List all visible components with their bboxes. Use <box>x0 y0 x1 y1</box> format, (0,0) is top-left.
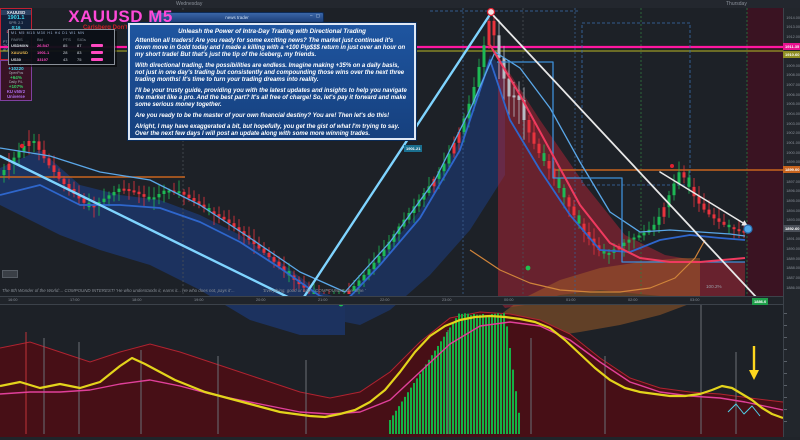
pair-label: USDMXN <box>11 43 29 48</box>
price-tick-label: 1900.00 <box>786 150 800 155</box>
promo-paragraph: I'll be your trusty guide, providing you… <box>135 87 407 108</box>
indicator-axis[interactable] <box>783 303 800 440</box>
price-tick-label: 1889.00 <box>786 256 800 261</box>
price-tick-label: 1890.00 <box>786 247 800 252</box>
bid-value: 33197 <box>37 57 49 62</box>
gauge-percent-label: 100.2% <box>706 284 722 289</box>
time-tick-label: 19:00 <box>194 298 204 302</box>
watch-row-us30[interactable]: US30 33197 43 75 <box>11 56 112 63</box>
col-sigs: SIGs <box>77 36 86 42</box>
price-level-chip: 1886.0 <box>752 298 769 305</box>
price-level-chip: 1901.21 <box>404 145 423 152</box>
price-tick-label: 1906.00 <box>786 92 800 97</box>
price-tick-label: 1904.00 <box>786 112 800 116</box>
price-tick-label: 1914.00 <box>786 15 800 20</box>
promo-paragraph: With directional trading, the possibilit… <box>135 63 405 83</box>
day-label-thursday: Thursday <box>726 1 747 7</box>
price-tick-label: 1887.00 <box>786 276 800 281</box>
col-pairs: PAIRS <box>11 36 23 42</box>
price-tick-label: 1912.00 <box>786 34 800 39</box>
watch-row-usdmxn[interactable]: USDMXN 26.547 85 87 <box>11 42 112 49</box>
price-tick-label: 1908.00 <box>786 73 800 78</box>
promo-paragraph: Alright, I may have exaggerated a bit, b… <box>135 123 400 137</box>
time-tick-label: 21:00 <box>318 298 328 302</box>
newsbar-window-buttons-icon[interactable]: – ▢ <box>310 13 321 19</box>
time-tick-label: 23:00 <box>442 298 452 302</box>
sig-value: 75 <box>77 57 82 62</box>
time-tick-label: 00:00 <box>504 298 514 302</box>
price-tick-label: 1888.00 <box>786 266 800 271</box>
quote-right: 'Everything, good or bad... COMPOUNDS ov… <box>262 288 366 293</box>
price-tick-label: 1886.00 <box>786 285 800 290</box>
quote-status-line: The 8th Wonder of the World:... COMPOUND… <box>2 288 742 293</box>
price-level-chip: 1911.35 <box>783 43 800 50</box>
price-tick-label: 1895.00 <box>786 198 800 203</box>
price-tick-label: 1899.00 <box>786 160 800 165</box>
pts-value: 85 <box>63 43 68 48</box>
time-tick-label: 16:00 <box>8 298 18 302</box>
price-tick-label: 1894.00 <box>786 208 800 213</box>
time-axis[interactable]: 16:00 17:00 18:00 19:00 20:00 21:00 22:00 23:00… <box>0 296 783 305</box>
price-tick-label: 1913.00 <box>786 25 800 30</box>
price-tick-label: 1896.00 <box>786 189 800 194</box>
market-watch-panel[interactable]: M1 M5 M15 M30 H1 H4 D1 W1 MN PAIRS Bid P… <box>8 29 115 65</box>
signal-bar <box>91 43 103 48</box>
price-level-chip: 1910.60 <box>783 51 800 58</box>
time-tick-label: 22:00 <box>380 298 390 302</box>
pts-value: 28 <box>63 50 68 55</box>
trading-platform-window: HONG KONG 10/24 LONDON 02/24 NEW YORK 21… <box>0 0 800 440</box>
mini-toggle-chip[interactable] <box>2 270 18 278</box>
promo-text-annotation-box[interactable]: Unleash the Power of Intra-Day Trading w… <box>127 22 417 141</box>
price-tick-label: 1907.00 <box>786 83 800 88</box>
time-tick-label: 01:00 <box>566 298 576 302</box>
price-tick-label: 1901.00 <box>786 140 800 145</box>
price-tick-label: 1897.00 <box>786 179 800 184</box>
watch-row-xauusd[interactable]: XAUUSD 1901.1 28 83 <box>11 49 112 56</box>
sig-value: 83 <box>77 50 82 55</box>
price-tick-label: 1891.00 <box>786 237 800 242</box>
bid-value: 1901.1 <box>37 50 50 55</box>
price-tick-label: 1902.00 <box>786 131 800 136</box>
col-bid: Bid <box>37 36 43 42</box>
quote-left: The 8th Wonder of the World:... COMPOUND… <box>2 288 235 293</box>
price-level-chip: 1892.60 <box>783 225 800 232</box>
timeframe-chip-row[interactable]: M1 M5 M15 M30 H1 H4 D1 W1 MN <box>11 31 112 35</box>
bid-value: 26.547 <box>37 43 50 48</box>
sig-value: 87 <box>77 43 82 48</box>
price-tick-label: 1909.00 <box>786 63 800 68</box>
time-tick-label: 18:00 <box>132 298 142 302</box>
col-pts: PTS <box>63 36 71 42</box>
pts-value: 43 <box>63 57 68 62</box>
signal-bar <box>91 57 103 62</box>
news-trader-label: news trader <box>225 15 249 20</box>
promo-paragraph: Are you ready to be the master of your o… <box>135 112 390 119</box>
pair-label: XAUUSD <box>11 50 28 55</box>
promo-paragraph: Attention all traders! Are you ready for… <box>135 38 406 59</box>
price-tick-label: 1903.00 <box>786 121 800 126</box>
signal-bar <box>91 50 103 55</box>
promo-title: Unleash the Power of Intra-Day Trading w… <box>178 28 366 35</box>
time-tick-label: 03:00 <box>690 298 700 302</box>
price-level-chip: 1899.00 <box>783 166 800 173</box>
pair-label: US30 <box>11 57 22 62</box>
time-tick-label: 20:00 <box>256 298 266 302</box>
price-tick-label: 1893.00 <box>786 218 800 223</box>
time-tick-label: 17:00 <box>70 298 80 302</box>
time-tick-label: 02:00 <box>628 298 638 302</box>
price-tick-label: 1905.00 <box>786 102 800 107</box>
